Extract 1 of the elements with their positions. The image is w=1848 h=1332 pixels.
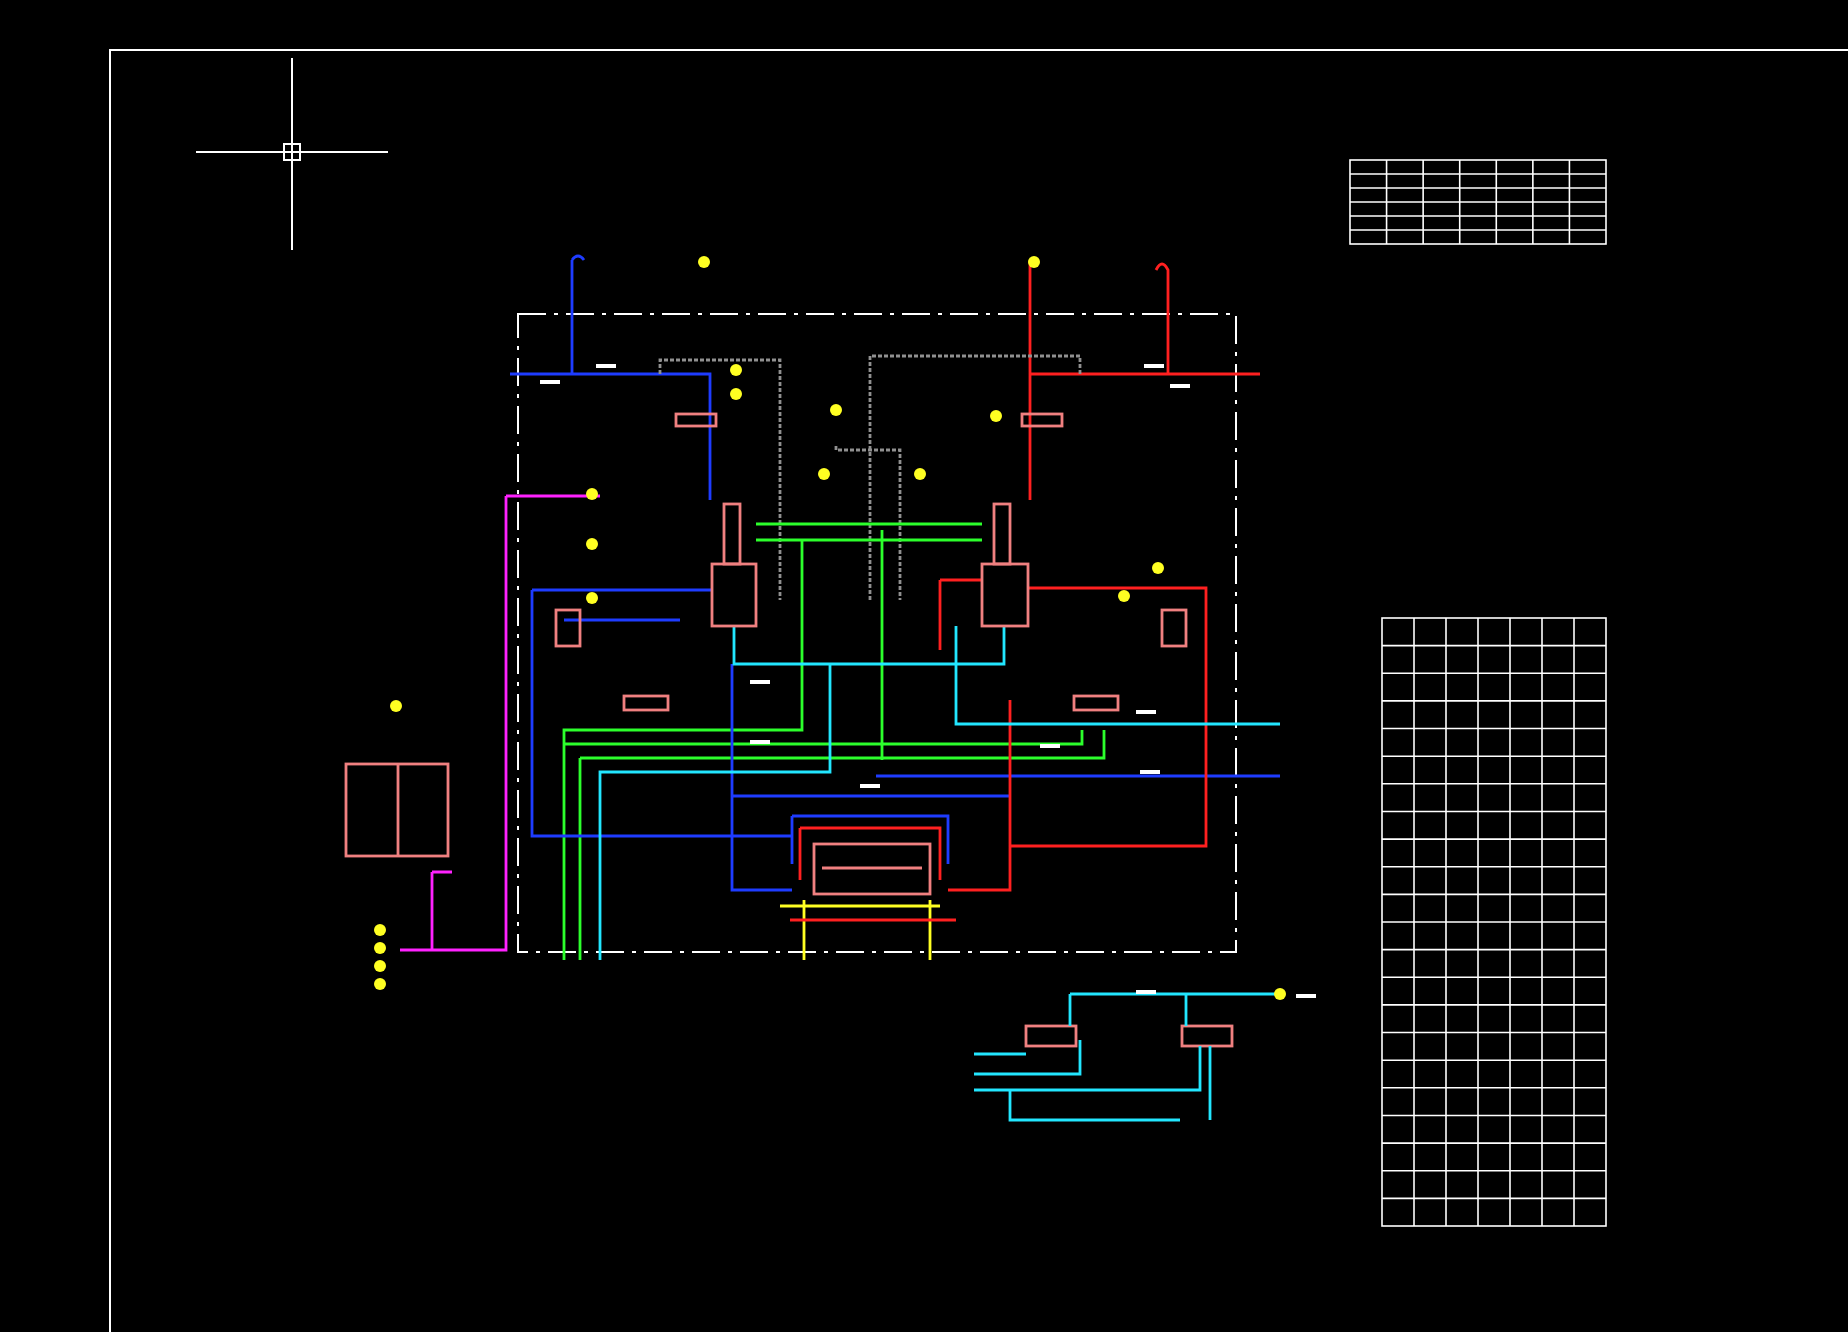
crosshair-cursor-icon	[195, 57, 389, 251]
